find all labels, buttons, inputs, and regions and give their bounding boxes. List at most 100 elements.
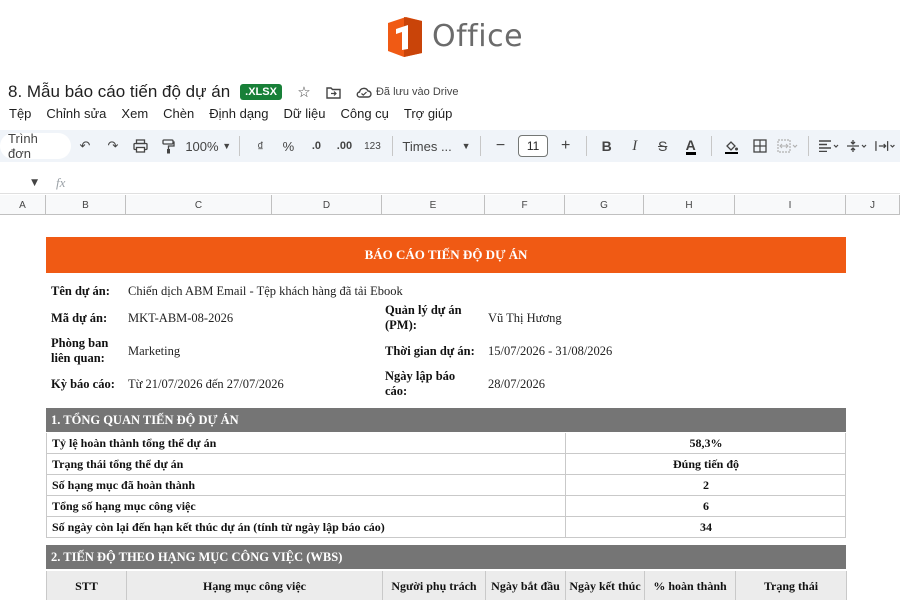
logo-banner: Office (0, 0, 900, 78)
duration-value[interactable]: 15/07/2026 - 31/08/2026 (488, 344, 612, 359)
increase-decimal-button[interactable]: .00 (333, 134, 355, 158)
name-box[interactable]: ▼ (0, 173, 42, 193)
wbs-header-percent[interactable]: % hoàn thành (645, 571, 736, 600)
italic-button[interactable]: I (624, 134, 646, 158)
wbs-table-header: STT Hạng mục công việc Người phụ trách N… (46, 571, 847, 600)
overview-label: Trạng thái tổng thể dự án (52, 457, 184, 471)
column-header-g[interactable]: G (565, 195, 644, 215)
project-code-value[interactable]: MKT-ABM-08-2026 (128, 311, 233, 326)
created-date-value[interactable]: 28/07/2026 (488, 377, 545, 392)
column-header-b[interactable]: B (46, 195, 126, 215)
wbs-header-task[interactable]: Hạng mục công việc (127, 571, 383, 600)
strikethrough-button[interactable]: S (652, 134, 674, 158)
menus-button[interactable]: Trình đơn (0, 131, 71, 161)
column-header-h[interactable]: H (644, 195, 735, 215)
toolbar-divider (479, 136, 481, 156)
column-header-j[interactable]: J (846, 195, 900, 215)
department-value[interactable]: Marketing (128, 344, 180, 359)
pm-label-line2: (PM): (385, 318, 417, 332)
zoom-select[interactable]: 100% ▼ (185, 134, 231, 158)
pm-label[interactable]: Quản lý dự án (PM): (385, 303, 462, 333)
borders-icon[interactable] (749, 134, 771, 158)
pm-value[interactable]: Vũ Thị Hương (488, 311, 562, 326)
overview-label: Tỷ lệ hoàn thành tổng thể dự án (52, 436, 217, 450)
fx-icon: fx (56, 174, 66, 190)
report-title[interactable]: BÁO CÁO TIẾN ĐỘ DỰ ÁN (46, 237, 846, 273)
horizontal-align-icon[interactable] (818, 134, 840, 158)
column-header-d[interactable]: D (272, 195, 382, 215)
wbs-header-start[interactable]: Ngày bắt đầu (486, 571, 566, 600)
font-size-input[interactable]: 11 (518, 135, 548, 157)
table-row[interactable]: Tỷ lệ hoàn thành tổng thể dự án 58,3% (46, 433, 846, 454)
toolbar-divider (585, 136, 587, 156)
menu-file[interactable]: Tệp (9, 106, 31, 121)
wbs-header-owner[interactable]: Người phụ trách (383, 571, 486, 600)
cloud-saved-icon[interactable] (356, 84, 372, 100)
bold-button[interactable]: B (596, 134, 618, 158)
undo-icon[interactable]: ↶ (74, 134, 96, 158)
sheet-grid[interactable]: BÁO CÁO TIẾN ĐỘ DỰ ÁN Tên dự án: Chiến d… (0, 216, 900, 600)
menu-format[interactable]: Định dạng (209, 106, 268, 121)
decrease-decimal-button[interactable]: .0 (305, 134, 327, 158)
menu-tools[interactable]: Công cụ (340, 106, 388, 121)
section-wbs-header[interactable]: 2. TIẾN ĐỘ THEO HẠNG MỤC CÔNG VIỆC (WBS) (46, 545, 846, 569)
table-row[interactable]: Số hạng mục đã hoàn thành 2 (46, 475, 846, 496)
logo-mark-icon (382, 13, 428, 59)
menu-insert[interactable]: Chèn (163, 106, 194, 121)
font-size-increase-icon[interactable]: + (555, 134, 577, 158)
vertical-align-icon[interactable] (846, 134, 868, 158)
paint-format-icon[interactable] (158, 134, 180, 158)
wbs-header-end[interactable]: Ngày kết thúc (566, 571, 645, 600)
toolbar-divider (239, 136, 241, 156)
column-header-i[interactable]: I (735, 195, 846, 215)
currency-button[interactable]: ₫ (249, 134, 271, 158)
period-label[interactable]: Kỳ báo cáo: (51, 377, 115, 392)
logo-text: Office (432, 18, 524, 54)
overview-value: 34 (700, 520, 712, 534)
department-label[interactable]: Phòng ban liên quan: (51, 336, 108, 366)
duration-label[interactable]: Thời gian dự án: (385, 344, 475, 359)
redo-icon[interactable]: ↷ (102, 134, 124, 158)
column-header-e[interactable]: E (382, 195, 485, 215)
text-wrapping-icon[interactable] (874, 134, 897, 158)
document-title[interactable]: 8. Mẫu báo cáo tiến độ dự án (8, 82, 230, 102)
period-value[interactable]: Từ 21/07/2026 đến 27/07/2026 (128, 377, 284, 392)
overview-value: Đúng tiến độ (672, 457, 740, 471)
print-icon[interactable] (130, 134, 152, 158)
format-badge: .XLSX (240, 84, 282, 100)
fill-color-icon[interactable] (721, 134, 743, 158)
table-row[interactable]: Số ngày còn lại đến hạn kết thúc dự án (… (46, 517, 846, 538)
percent-button[interactable]: % (277, 134, 299, 158)
section-overview-header[interactable]: 1. TỔNG QUAN TIẾN ĐỘ DỰ ÁN (46, 408, 846, 432)
project-code-label[interactable]: Mã dự án: (51, 311, 107, 326)
number-format-button[interactable]: 123 (361, 134, 383, 158)
toolbar: Trình đơn ↶ ↷ 100% ▼ ₫ % .0 .00 123 Time… (0, 130, 900, 162)
table-row[interactable]: Trạng thái tổng thể dự án Đúng tiến độ (46, 454, 846, 475)
star-icon[interactable]: ☆ (296, 83, 312, 101)
table-row[interactable]: Tổng số hạng mục công việc 6 (46, 496, 846, 517)
toolbar-divider (392, 136, 394, 156)
menu-edit[interactable]: Chỉnh sửa (46, 106, 106, 121)
project-name-value[interactable]: Chiến dịch ABM Email - Tệp khách hàng đã… (128, 284, 403, 299)
menu-data[interactable]: Dữ liệu (284, 106, 326, 121)
menu-view[interactable]: Xem (121, 106, 148, 121)
overview-value: 2 (703, 478, 709, 492)
created-date-label[interactable]: Ngày lập báo cáo: (385, 369, 455, 399)
toolbar-divider (807, 136, 809, 156)
wbs-header-stt[interactable]: STT (47, 571, 127, 600)
column-header-a[interactable]: A (0, 195, 46, 215)
wbs-header-status[interactable]: Trạng thái (736, 571, 847, 600)
column-header-f[interactable]: F (485, 195, 565, 215)
title-row: 8. Mẫu báo cáo tiến độ dự án .XLSX ☆ Đã … (0, 80, 900, 104)
font-size-decrease-icon[interactable]: − (489, 134, 511, 158)
font-family-select[interactable]: Times ... ▼ (402, 134, 470, 158)
saved-status: Đã lưu vào Drive (375, 86, 459, 98)
project-name-label[interactable]: Tên dự án: (51, 284, 110, 299)
text-color-button[interactable]: A (680, 134, 702, 158)
menu-help[interactable]: Trợ giúp (404, 106, 453, 121)
created-label-line1: Ngày lập báo (385, 369, 456, 383)
column-header-c[interactable]: C (126, 195, 272, 215)
formula-bar: ▼ fx (0, 172, 900, 194)
merge-cells-icon[interactable] (777, 134, 799, 158)
move-folder-icon[interactable] (326, 84, 342, 100)
